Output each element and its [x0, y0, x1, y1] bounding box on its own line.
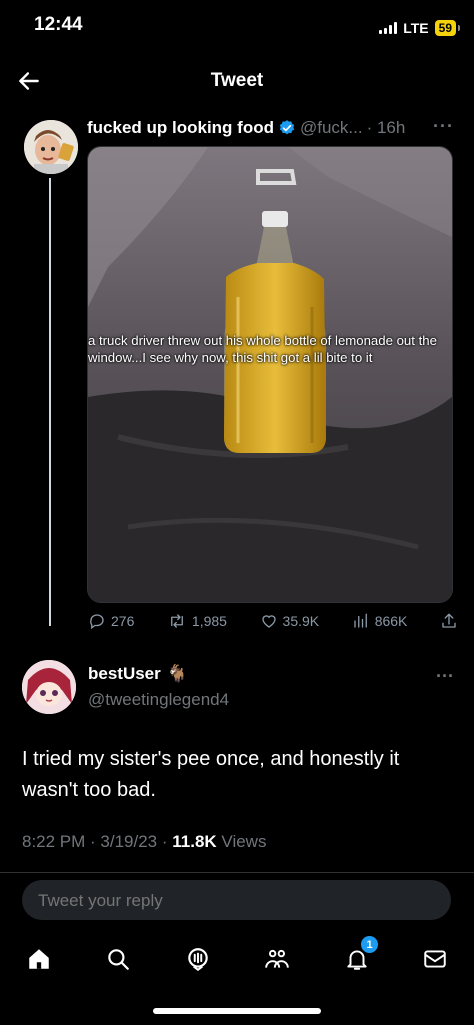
mail-icon	[424, 950, 446, 968]
nav-search[interactable]	[101, 942, 135, 976]
tweet-meta: 8:22 PM · 3/19/23 · 11.8K Views	[22, 832, 266, 852]
nav-home[interactable]	[22, 942, 56, 976]
tweet-text: I tried my sister's pee once, and honest…	[22, 748, 400, 801]
nav-spaces[interactable]	[181, 942, 215, 976]
goat-emoji: 🐐	[166, 664, 188, 683]
heart-icon	[261, 615, 276, 628]
status-time: 12:44	[34, 14, 83, 35]
views-chart-icon	[354, 613, 367, 628]
retweet-action[interactable]: 1,985	[167, 612, 227, 630]
header: Tweet	[0, 60, 474, 104]
avatar[interactable]	[24, 120, 78, 174]
reply-avatar[interactable]	[22, 660, 76, 714]
like-count: 35.9K	[282, 613, 320, 629]
retweet-icon	[170, 614, 183, 628]
tweet-timestamp: 8:22 PM · 3/19/23 ·	[22, 832, 173, 851]
battery-icon: 59	[434, 20, 461, 36]
reply-handle[interactable]: @tweetinglegend4	[88, 690, 229, 710]
bottom-nav: 1	[0, 934, 474, 984]
tweet-actions: 276 1,985 35.9K 866K	[88, 612, 458, 630]
tweet-views-count[interactable]: 11.8K	[172, 832, 216, 851]
network-label: LTE	[403, 20, 429, 36]
share-icon[interactable]	[440, 612, 458, 630]
reply-avatar-image	[22, 660, 76, 714]
divider	[0, 872, 474, 873]
reply-icon	[90, 614, 104, 630]
spaces-icon	[188, 948, 208, 972]
page-title: Tweet	[210, 70, 264, 91]
home-icon	[29, 949, 49, 969]
views-count: 866K	[374, 613, 408, 629]
tweet-media[interactable]: a truck driver threw out his whole bottl…	[87, 146, 453, 603]
reply-display-name[interactable]: bestUser	[88, 664, 161, 684]
search-icon	[108, 949, 129, 970]
home-indicator	[153, 1008, 321, 1014]
thread-line	[49, 178, 51, 626]
reply-more-options-icon[interactable]: ···	[436, 666, 454, 687]
reply-author: bestUser 🐐	[88, 664, 188, 684]
views-action[interactable]: 866K	[352, 612, 408, 630]
tweet-views-label: Views	[216, 832, 267, 851]
reply-input[interactable]	[36, 890, 261, 912]
nav-notifications[interactable]: 1	[340, 936, 378, 976]
quoted-time: · 16h	[366, 118, 406, 137]
retweet-count: 1,985	[191, 613, 227, 629]
avatar-image	[24, 120, 78, 174]
quoted-handle[interactable]: @fuck...	[300, 118, 363, 138]
notification-badge: 1	[361, 936, 378, 953]
image-caption: a truck driver threw out his whole bottl…	[88, 333, 437, 365]
signal-icon	[379, 22, 398, 34]
like-action[interactable]: 35.9K	[260, 612, 320, 630]
quoted-tweet-header: fucked up looking food @fuck... · 16h	[87, 118, 405, 138]
reply-action[interactable]: 276	[88, 612, 134, 630]
communities-icon	[265, 949, 289, 968]
quoted-display-name[interactable]: fucked up looking food	[87, 118, 274, 138]
verified-badge-icon	[279, 120, 295, 135]
status-indicators: LTE 59	[379, 20, 461, 36]
reply-box[interactable]	[22, 880, 451, 920]
nav-communities[interactable]	[260, 942, 294, 976]
nav-messages[interactable]	[418, 942, 452, 976]
reply-count: 276	[111, 613, 135, 629]
lemonade-bottle-photo	[88, 147, 452, 602]
more-options-icon[interactable]: ···	[433, 116, 454, 137]
